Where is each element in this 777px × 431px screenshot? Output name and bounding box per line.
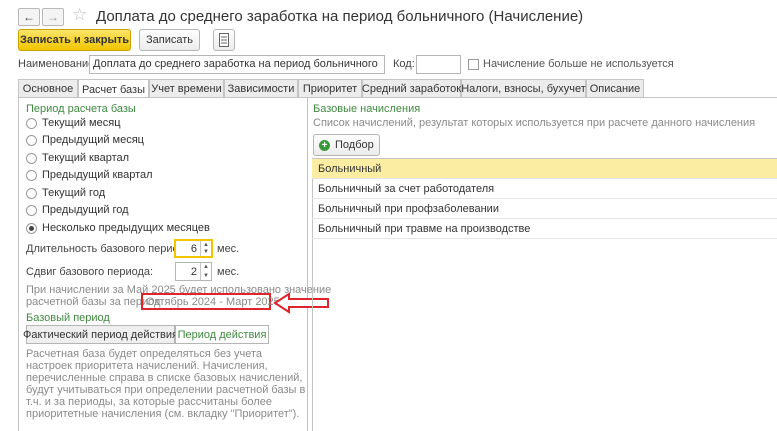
radio-circle bbox=[26, 134, 37, 146]
tab-average-earnings[interactable]: Средний заработок bbox=[362, 79, 461, 98]
down-icon: ▼ bbox=[203, 249, 209, 256]
list-item[interactable]: Больничный за счет работодателя bbox=[312, 179, 777, 199]
radio-circle-selected bbox=[26, 222, 37, 234]
period-heading: Период расчета базы bbox=[26, 103, 136, 115]
name-field[interactable]: Доплата до среднего заработка на период … bbox=[89, 55, 385, 74]
not-used-label: Начисление больше не используется bbox=[483, 58, 674, 70]
tab-main[interactable]: Основное bbox=[18, 79, 78, 98]
document-list-icon bbox=[219, 33, 229, 47]
up-icon: ▲ bbox=[203, 241, 209, 248]
base-period-range: Октябрь 2024 - Март 2025 bbox=[146, 296, 280, 308]
list-item[interactable]: Больничный при профзаболевании bbox=[312, 199, 777, 219]
tab-description[interactable]: Описание bbox=[586, 79, 644, 98]
arrow-right-icon: → bbox=[47, 10, 59, 24]
save-and-close-button[interactable]: Записать и закрыть bbox=[18, 29, 131, 51]
tab-base-calc[interactable]: Расчет базы bbox=[78, 79, 149, 99]
duration-label: Длительность базового периода: bbox=[26, 243, 195, 255]
forward-button[interactable]: → bbox=[42, 8, 64, 26]
base-period-description: Расчетная база будет определяться без уч… bbox=[26, 348, 306, 420]
radio-current-year[interactable]: Текущий год bbox=[26, 186, 105, 200]
duration-stepper[interactable]: 6 ▲ ▼ bbox=[174, 239, 213, 258]
pick-button[interactable]: + Подбор bbox=[313, 134, 380, 156]
tab-priority[interactable]: Приоритет bbox=[298, 79, 362, 98]
pick-label: Подбор bbox=[335, 139, 374, 151]
radio-circle bbox=[26, 169, 37, 181]
save-button[interactable]: Записать bbox=[139, 29, 200, 51]
radio-previous-month[interactable]: Предыдущий месяц bbox=[26, 133, 144, 147]
document-list-button[interactable] bbox=[213, 29, 235, 51]
radio-circle bbox=[26, 204, 37, 216]
radio-circle bbox=[26, 187, 37, 199]
list-item[interactable]: Больничный при травме на производстве bbox=[312, 219, 777, 239]
code-label: Код: bbox=[393, 58, 415, 70]
radio-circle bbox=[26, 117, 37, 129]
down-icon: ▼ bbox=[203, 272, 209, 279]
tab-time-accounting[interactable]: Учет времени bbox=[149, 79, 224, 98]
radio-label: Текущий квартал bbox=[42, 152, 130, 164]
tab-dependencies[interactable]: Зависимости bbox=[224, 79, 298, 98]
name-label: Наименование: bbox=[18, 58, 98, 70]
base-period-heading: Базовый период bbox=[26, 312, 110, 324]
radio-label: Предыдущий год bbox=[42, 204, 129, 216]
window-title: Доплата до среднего заработка на период … bbox=[96, 8, 584, 25]
radio-previous-year[interactable]: Предыдущий год bbox=[26, 203, 129, 217]
radio-previous-quarter[interactable]: Предыдущий квартал bbox=[26, 168, 153, 182]
duration-value: 6 bbox=[190, 242, 197, 255]
not-used-checkbox[interactable] bbox=[468, 59, 479, 70]
radio-circle bbox=[26, 152, 37, 164]
radio-label: Несколько предыдущих месяцев bbox=[42, 222, 210, 234]
tab-taxes[interactable]: Налоги, взносы, бухучет bbox=[461, 79, 586, 98]
shift-stepper[interactable]: 2 ▲ ▼ bbox=[175, 262, 212, 281]
code-field[interactable] bbox=[416, 55, 461, 74]
stepper-arrows[interactable]: ▲ ▼ bbox=[200, 241, 211, 256]
favorite-star-icon[interactable]: ☆ bbox=[72, 5, 87, 25]
shift-label: Сдвиг базового периода: bbox=[26, 266, 154, 278]
base-accruals-heading: Базовые начисления bbox=[313, 103, 421, 115]
radio-label: Предыдущий квартал bbox=[42, 169, 153, 181]
radio-label: Предыдущий месяц bbox=[42, 134, 144, 146]
shift-unit: мес. bbox=[217, 266, 240, 278]
up-icon: ▲ bbox=[203, 264, 209, 271]
base-accruals-list: Больничный Больничный за счет работодате… bbox=[312, 159, 777, 239]
shift-value: 2 bbox=[190, 265, 197, 278]
base-accruals-subtitle: Список начислений, результат которых исп… bbox=[313, 117, 756, 129]
arrow-left-icon: ← bbox=[23, 10, 35, 24]
radio-several-previous-months[interactable]: Несколько предыдущих месяцев bbox=[26, 221, 210, 235]
actual-period-button[interactable]: Фактический период действия bbox=[23, 325, 178, 344]
back-button[interactable]: ← bbox=[18, 8, 40, 26]
action-period-button[interactable]: Период действия bbox=[175, 325, 269, 344]
radio-label: Текущий год bbox=[42, 187, 106, 199]
radio-label: Текущий месяц bbox=[42, 117, 121, 129]
radio-current-quarter[interactable]: Текущий квартал bbox=[26, 151, 129, 165]
duration-unit: мес. bbox=[217, 243, 240, 255]
list-item[interactable]: Больничный bbox=[312, 159, 777, 179]
stepper-arrows[interactable]: ▲ ▼ bbox=[200, 263, 211, 280]
add-icon: + bbox=[319, 139, 330, 151]
radio-current-month[interactable]: Текущий месяц bbox=[26, 116, 121, 130]
